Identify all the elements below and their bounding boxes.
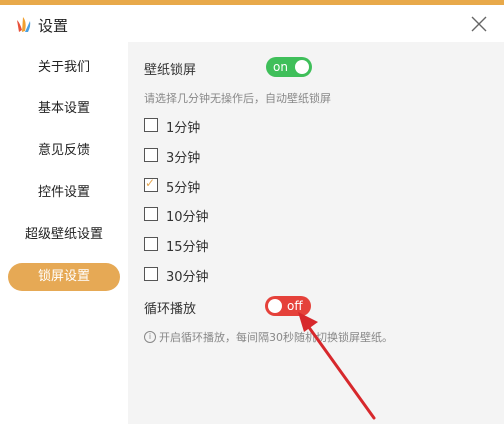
sidebar: 关于我们 基本设置 意见反馈 控件设置 超级壁纸设置 锁屏设置 xyxy=(0,42,128,424)
sidebar-item-widget-settings[interactable]: 控件设置 xyxy=(8,179,120,207)
app-logo-icon xyxy=(17,17,31,32)
sidebar-item-lockscreen[interactable]: 锁屏设置 xyxy=(8,263,120,291)
checkbox[interactable]: ✓ xyxy=(144,267,158,281)
settings-content: 壁纸锁屏 on 请选择几分钟无操作后，自动壁纸锁屏 ✓ 1分钟 ✓ 3分钟 ✓ … xyxy=(128,42,504,424)
checkbox[interactable]: ✓ xyxy=(144,148,158,162)
sidebar-item-about[interactable]: 关于我们 xyxy=(8,54,120,82)
option-label: 3分钟 xyxy=(166,151,201,166)
lock-toggle-text: on xyxy=(273,60,288,74)
sidebar-item-feedback[interactable]: 意见反馈 xyxy=(8,137,120,165)
option-label: 30分钟 xyxy=(166,270,209,285)
sidebar-item-basic-settings[interactable]: 基本设置 xyxy=(8,95,120,123)
lock-toggle[interactable]: on xyxy=(266,57,312,77)
lock-hint: 请选择几分钟无操作后，自动壁纸锁屏 xyxy=(144,92,331,105)
lock-label: 壁纸锁屏 xyxy=(144,63,197,78)
checkbox[interactable]: ✓ xyxy=(144,237,158,251)
option-label: 15分钟 xyxy=(166,240,209,255)
info-icon: i xyxy=(144,331,156,343)
close-icon[interactable] xyxy=(468,13,490,35)
option-label: 5分钟 xyxy=(166,181,201,196)
checkbox[interactable]: ✓ xyxy=(144,176,158,192)
title-bar: 设置 xyxy=(0,5,504,42)
toggle-knob xyxy=(295,60,309,74)
checkbox[interactable]: ✓ xyxy=(144,207,158,221)
option-label: 1分钟 xyxy=(166,121,201,136)
check-icon: ✓ xyxy=(145,176,156,190)
loop-toggle[interactable]: off xyxy=(265,296,311,316)
loop-label: 循环播放 xyxy=(144,302,197,317)
option-label: 10分钟 xyxy=(166,210,209,225)
toggle-knob xyxy=(268,299,282,313)
sidebar-item-super-wallpaper[interactable]: 超级壁纸设置 xyxy=(8,221,120,249)
loop-hint: 开启循环播放，每间隔30秒随机切换锁屏壁纸。 xyxy=(159,331,393,344)
loop-toggle-text: off xyxy=(287,299,303,313)
checkbox[interactable]: ✓ xyxy=(144,118,158,132)
window-title: 设置 xyxy=(38,17,69,35)
